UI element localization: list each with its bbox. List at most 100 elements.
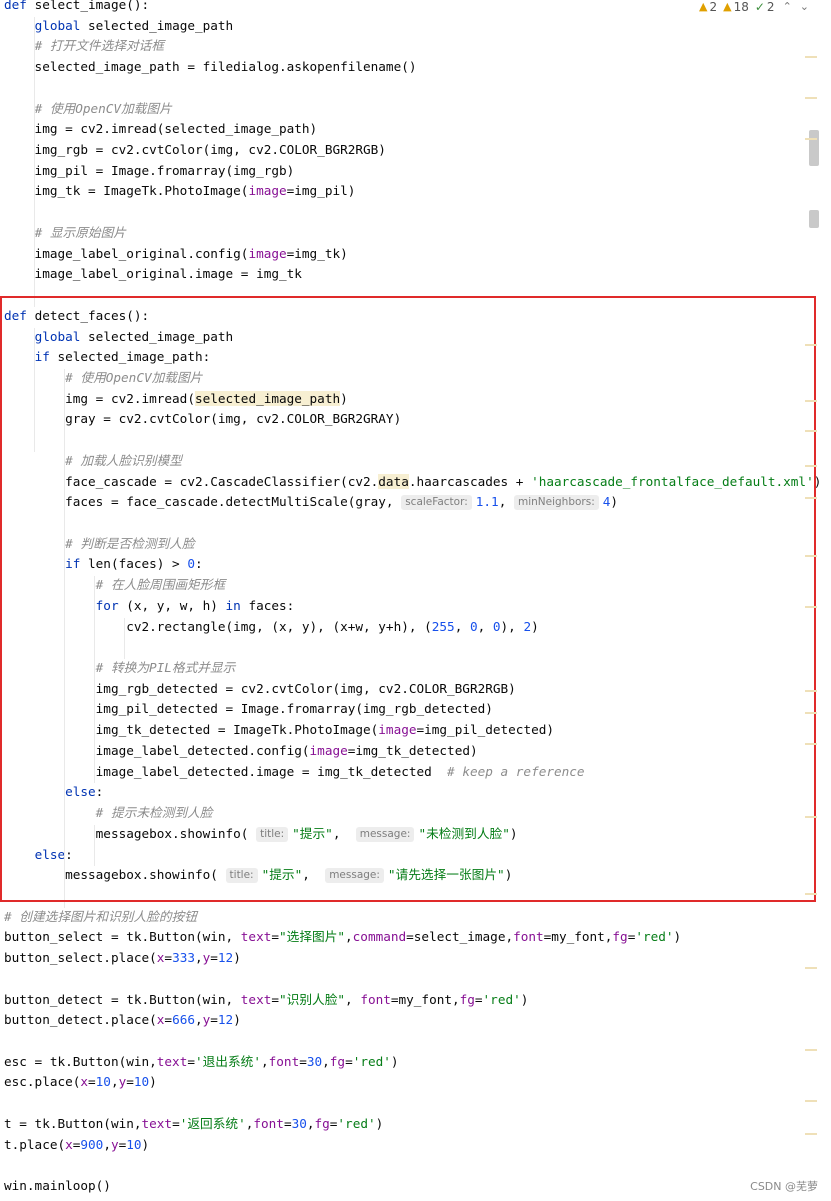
code-token: win.mainloop() bbox=[4, 1178, 111, 1194]
scrollbar-thumb[interactable] bbox=[809, 130, 819, 166]
code-token: = bbox=[210, 950, 218, 966]
code-token: =img_tk) bbox=[286, 245, 348, 261]
code-line[interactable]: button_select = tk.Button(win, text="选择图… bbox=[4, 926, 681, 947]
stripe-mark[interactable] bbox=[805, 555, 817, 557]
code-token: ) bbox=[141, 1136, 150, 1152]
code-line[interactable]: win.mainloop() bbox=[4, 1175, 111, 1196]
code-line[interactable]: button_detect = tk.Button(win, text="识别人… bbox=[4, 989, 528, 1010]
code-token: , bbox=[110, 1074, 119, 1090]
code-token: font bbox=[253, 1115, 284, 1131]
code-token: fg bbox=[314, 1115, 330, 1131]
code-line[interactable]: t = tk.Button(win,text='返回系统',font=30,fg… bbox=[4, 1113, 383, 1134]
stripe-mark[interactable] bbox=[805, 893, 817, 895]
code-editor[interactable]: def select_image(): global selected_imag… bbox=[0, 0, 831, 1201]
vertical-scrollbar[interactable] bbox=[809, 0, 819, 1201]
code-token: '退出系统' bbox=[194, 1053, 262, 1069]
code-line[interactable]: esc.place(x=10,y=10) bbox=[4, 1071, 157, 1092]
stripe-mark[interactable] bbox=[805, 430, 817, 432]
weak-warning-count: 2 bbox=[709, 0, 718, 14]
check-icon: ✓ bbox=[754, 0, 765, 14]
code-line[interactable]: img_tk = ImageTk.PhotoImage(image=img_pi… bbox=[4, 180, 356, 201]
code-token: =my_font, bbox=[543, 929, 613, 945]
watermark: CSDN @芜萝 bbox=[750, 1180, 818, 1193]
code-line[interactable]: # 显示原始图片 bbox=[4, 222, 126, 243]
stripe-mark[interactable] bbox=[805, 1049, 817, 1051]
code-token: 30 bbox=[306, 1053, 323, 1069]
stripe-mark[interactable] bbox=[805, 56, 817, 58]
stripe-mark[interactable] bbox=[805, 606, 817, 608]
warning-count: 18 bbox=[733, 0, 749, 14]
code-line[interactable]: esc = tk.Button(win,text='退出系统',font=30,… bbox=[4, 1051, 399, 1072]
code-line[interactable]: button_select.place(x=333,y=12) bbox=[4, 947, 241, 968]
code-token: = bbox=[345, 1053, 353, 1069]
typo-counter[interactable]: ✓ 2 bbox=[755, 0, 775, 14]
code-line[interactable]: global selected_image_path bbox=[4, 15, 234, 36]
code-line[interactable]: # 使用OpenCV加载图片 bbox=[4, 98, 172, 119]
code-token: (): bbox=[126, 0, 150, 12]
code-token: 666 bbox=[172, 1012, 195, 1028]
code-line[interactable]: def select_image(): bbox=[4, 0, 149, 15]
warning-counter[interactable]: ▲ 18 bbox=[723, 0, 749, 14]
code-line[interactable]: # 打开文件选择对话框 bbox=[4, 35, 164, 56]
code-token: 12 bbox=[217, 950, 234, 966]
stripe-mark[interactable] bbox=[805, 97, 817, 99]
code-token: 900 bbox=[80, 1136, 104, 1152]
code-token: = bbox=[474, 991, 483, 1007]
stripe-mark[interactable] bbox=[805, 1133, 817, 1135]
code-token: img_rgb = cv2.cvtColor(img, cv2.COLOR_BG… bbox=[4, 142, 386, 158]
stripe-mark[interactable] bbox=[805, 400, 817, 402]
code-token: def bbox=[4, 0, 35, 12]
inspection-widget[interactable]: ▲ 2 ▲ 18 ✓ 2 ⌃ ⌄ bbox=[699, 0, 809, 14]
code-token: img = cv2.imread(selected_image_path) bbox=[4, 121, 318, 137]
code-token: "选择图片" bbox=[279, 929, 346, 945]
chevron-up-icon[interactable]: ⌃ bbox=[783, 0, 792, 13]
code-token: font bbox=[513, 929, 544, 945]
code-line[interactable]: # 创建选择图片和识别人脸的按钮 bbox=[4, 906, 197, 927]
typo-count: 2 bbox=[766, 0, 775, 14]
code-token: =my_font, bbox=[390, 991, 460, 1007]
code-token: '返回系统' bbox=[179, 1115, 246, 1131]
stripe-mark[interactable] bbox=[805, 1100, 817, 1102]
code-token: x bbox=[65, 1136, 73, 1152]
stripe-mark[interactable] bbox=[805, 743, 817, 745]
code-token: text bbox=[141, 1115, 173, 1131]
code-token: = bbox=[271, 929, 279, 945]
indent-guide bbox=[34, 16, 35, 307]
code-line[interactable]: image_label_original.image = img_tk bbox=[4, 263, 302, 284]
chevron-down-icon[interactable]: ⌄ bbox=[800, 0, 809, 13]
code-token: 'red' bbox=[352, 1053, 391, 1069]
code-line[interactable]: selected_image_path = filedialog.askopen… bbox=[4, 56, 417, 77]
code-token: # 打开文件选择对话框 bbox=[34, 38, 165, 54]
code-token: button_detect.place( bbox=[4, 1012, 157, 1028]
code-token: , bbox=[103, 1136, 111, 1152]
code-line[interactable]: img_pil = Image.fromarray(img_rgb) bbox=[4, 160, 295, 181]
code-token: image bbox=[248, 183, 287, 199]
stripe-mark[interactable] bbox=[805, 967, 817, 969]
code-line[interactable]: img = cv2.imread(selected_image_path) bbox=[4, 118, 318, 139]
stripe-mark[interactable] bbox=[805, 465, 817, 467]
code-token: button_select = tk.Button(win, bbox=[4, 929, 241, 945]
code-token: , bbox=[345, 991, 361, 1007]
code-line[interactable]: button_detect.place(x=666,y=12) bbox=[4, 1009, 241, 1030]
code-token: ) bbox=[149, 1074, 157, 1090]
weak-warning-counter[interactable]: ▲ 2 bbox=[699, 0, 717, 14]
code-token: "识别人脸" bbox=[279, 991, 346, 1007]
code-token: , bbox=[345, 929, 353, 945]
code-line[interactable]: img_rgb = cv2.cvtColor(img, cv2.COLOR_BG… bbox=[4, 139, 386, 160]
code-token: = bbox=[172, 1115, 180, 1131]
stripe-mark[interactable] bbox=[805, 690, 817, 692]
stripe-mark[interactable] bbox=[805, 138, 817, 140]
code-line[interactable]: t.place(x=900,y=10) bbox=[4, 1134, 149, 1155]
stripe-mark[interactable] bbox=[805, 344, 817, 346]
scrollbar-thumb[interactable] bbox=[809, 210, 819, 228]
code-token: t = tk.Button(win, bbox=[4, 1115, 142, 1131]
stripe-mark[interactable] bbox=[805, 497, 817, 499]
code-token: =img_pil) bbox=[286, 183, 356, 199]
stripe-mark[interactable] bbox=[805, 816, 817, 818]
code-token: =select_image, bbox=[406, 929, 514, 945]
code-line[interactable]: image_label_original.config(image=img_tk… bbox=[4, 243, 348, 264]
code-token: global bbox=[34, 17, 89, 33]
code-token: , bbox=[306, 1115, 315, 1131]
stripe-mark[interactable] bbox=[805, 712, 817, 714]
